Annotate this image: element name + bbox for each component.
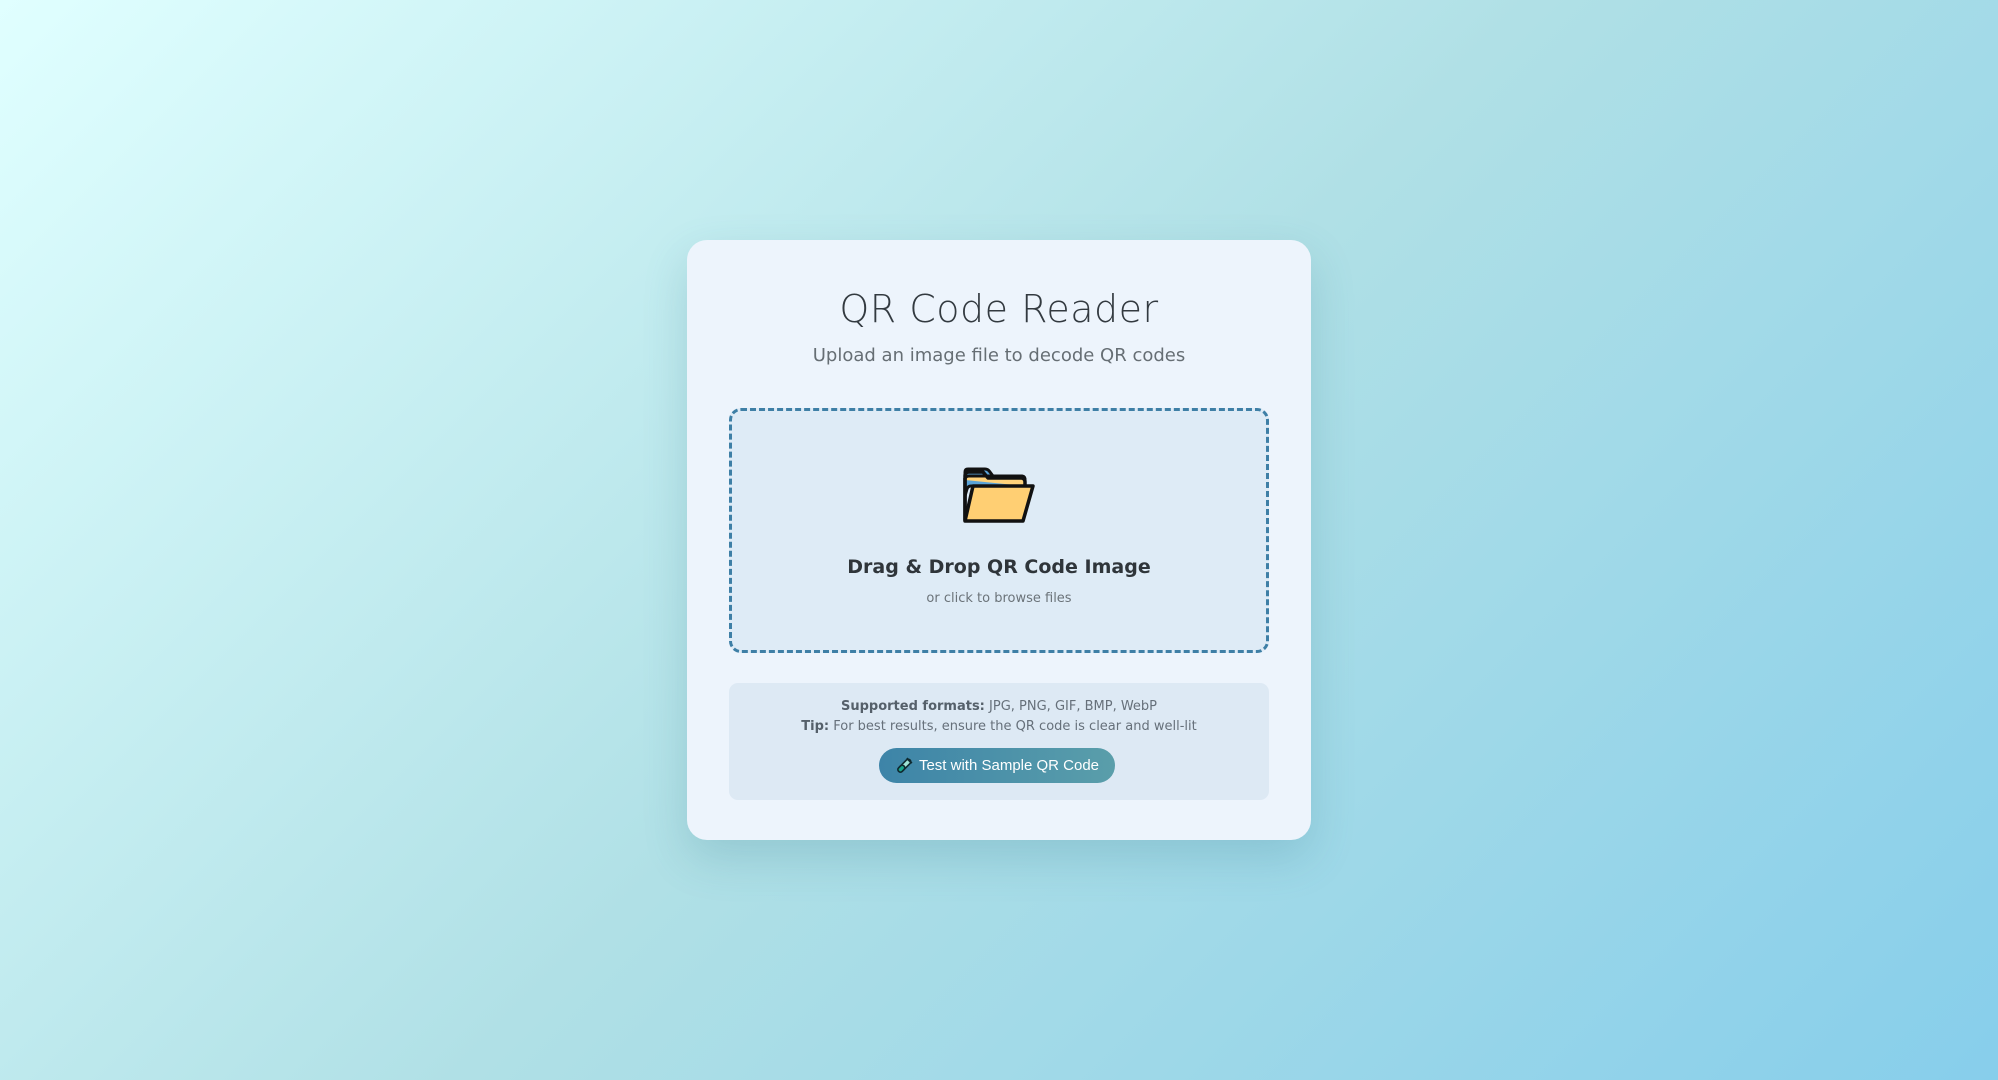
info-panel: Supported formats: JPG, PNG, GIF, BMP, W… <box>729 683 1269 800</box>
folder-icon <box>963 467 1035 523</box>
supported-formats-line: Supported formats: JPG, PNG, GIF, BMP, W… <box>729 699 1269 714</box>
tip-line: Tip: For best results, ensure the QR cod… <box>729 719 1269 734</box>
qr-reader-card: QR Code Reader Upload an image file to d… <box>687 240 1311 840</box>
page-title: QR Code Reader <box>839 287 1159 331</box>
dropzone-subtitle: or click to browse files <box>926 591 1072 606</box>
file-dropzone[interactable]: Drag & Drop QR Code Image or click to br… <box>729 408 1269 653</box>
test-tube-icon <box>897 757 913 773</box>
tip-label: Tip: <box>801 719 830 734</box>
formats-value: JPG, PNG, GIF, BMP, WebP <box>989 699 1158 714</box>
test-sample-button[interactable]: Test with Sample QR Code <box>879 748 1115 783</box>
page-subtitle: Upload an image file to decode QR codes <box>812 345 1186 366</box>
tip-value: For best results, ensure the QR code is … <box>833 719 1197 734</box>
test-sample-label: Test with Sample QR Code <box>918 757 1100 774</box>
formats-label: Supported formats: <box>840 699 985 714</box>
dropzone-title: Drag & Drop QR Code Image <box>847 556 1151 578</box>
